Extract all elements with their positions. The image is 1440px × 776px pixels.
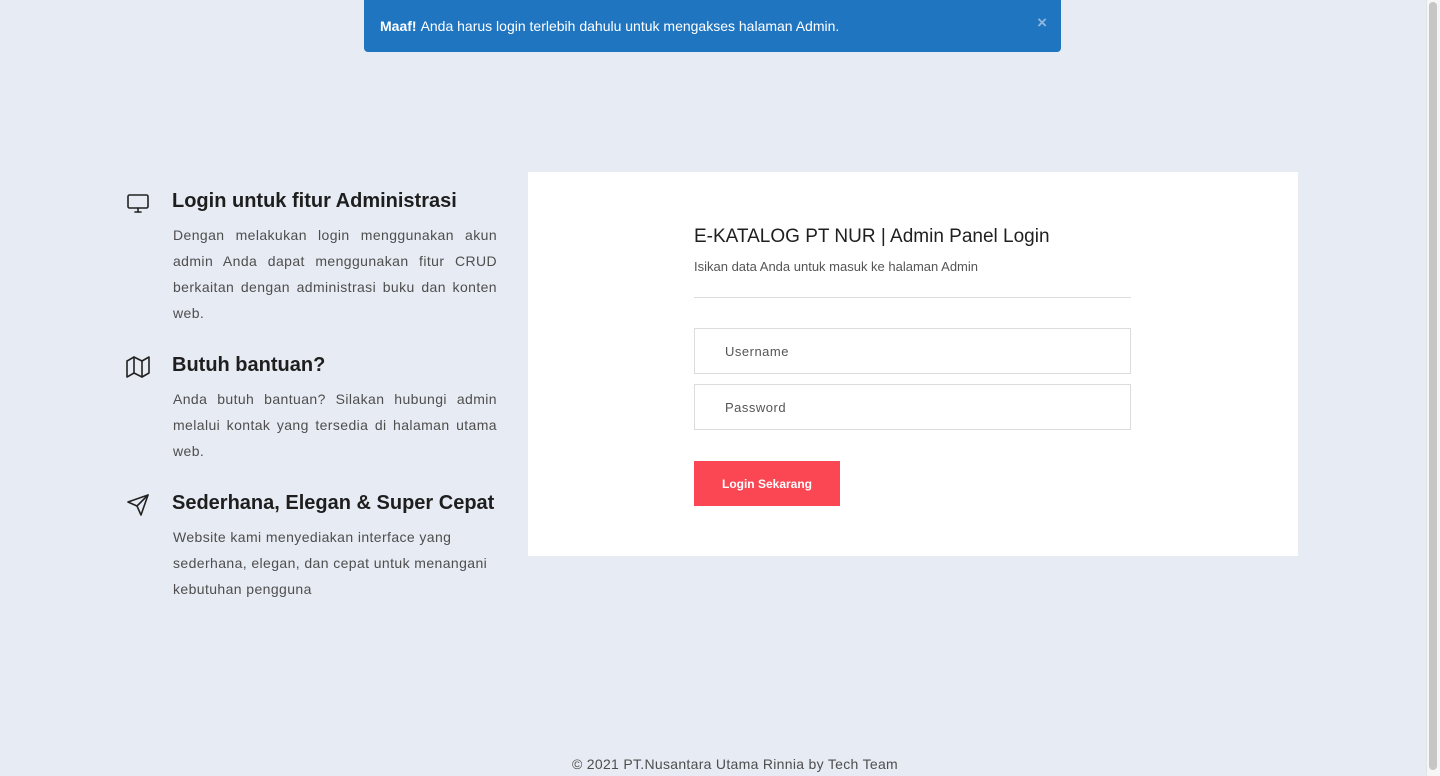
page: Maaf! Anda harus login terlebih dahulu u… — [0, 0, 1440, 776]
feature-text: Dengan melakukan login menggunakan akun … — [173, 227, 497, 321]
monitor-icon — [126, 191, 150, 215]
divider — [694, 297, 1131, 298]
paper-plane-icon — [126, 493, 150, 517]
scrollbar[interactable] — [1426, 0, 1440, 776]
feature-title: Login untuk fitur Administrasi — [172, 190, 457, 212]
login-subtitle: Isikan data Anda untuk masuk ke halaman … — [694, 259, 979, 274]
password-input[interactable] — [694, 384, 1131, 430]
username-input[interactable] — [694, 328, 1131, 374]
login-title: E-KATALOG PT NUR | Admin Panel Login — [694, 226, 1050, 247]
login-button[interactable]: Login Sekarang — [694, 461, 840, 506]
feature-title: Butuh bantuan? — [172, 354, 326, 376]
alert-strong: Maaf! — [380, 18, 417, 34]
map-icon — [126, 355, 150, 379]
feature-title: Sederhana, Elegan & Super Cepat — [172, 492, 495, 514]
alert-message: Anda harus login terlebih dahulu untuk m… — [420, 18, 840, 34]
feature-text: Website kami menyediakan interface yang … — [173, 529, 488, 597]
login-card: E-KATALOG PT NUR | Admin Panel Login Isi… — [528, 172, 1298, 556]
alert-banner: Maaf! Anda harus login terlebih dahulu u… — [364, 0, 1061, 52]
feature-text: Anda butuh bantuan? Silakan hubungi admi… — [173, 391, 497, 459]
close-icon[interactable]: × — [1037, 14, 1047, 31]
scrollbar-thumb[interactable] — [1429, 2, 1437, 770]
footer-text: © 2021 PT.Nusantara Utama Rinnia by Tech… — [571, 756, 899, 772]
